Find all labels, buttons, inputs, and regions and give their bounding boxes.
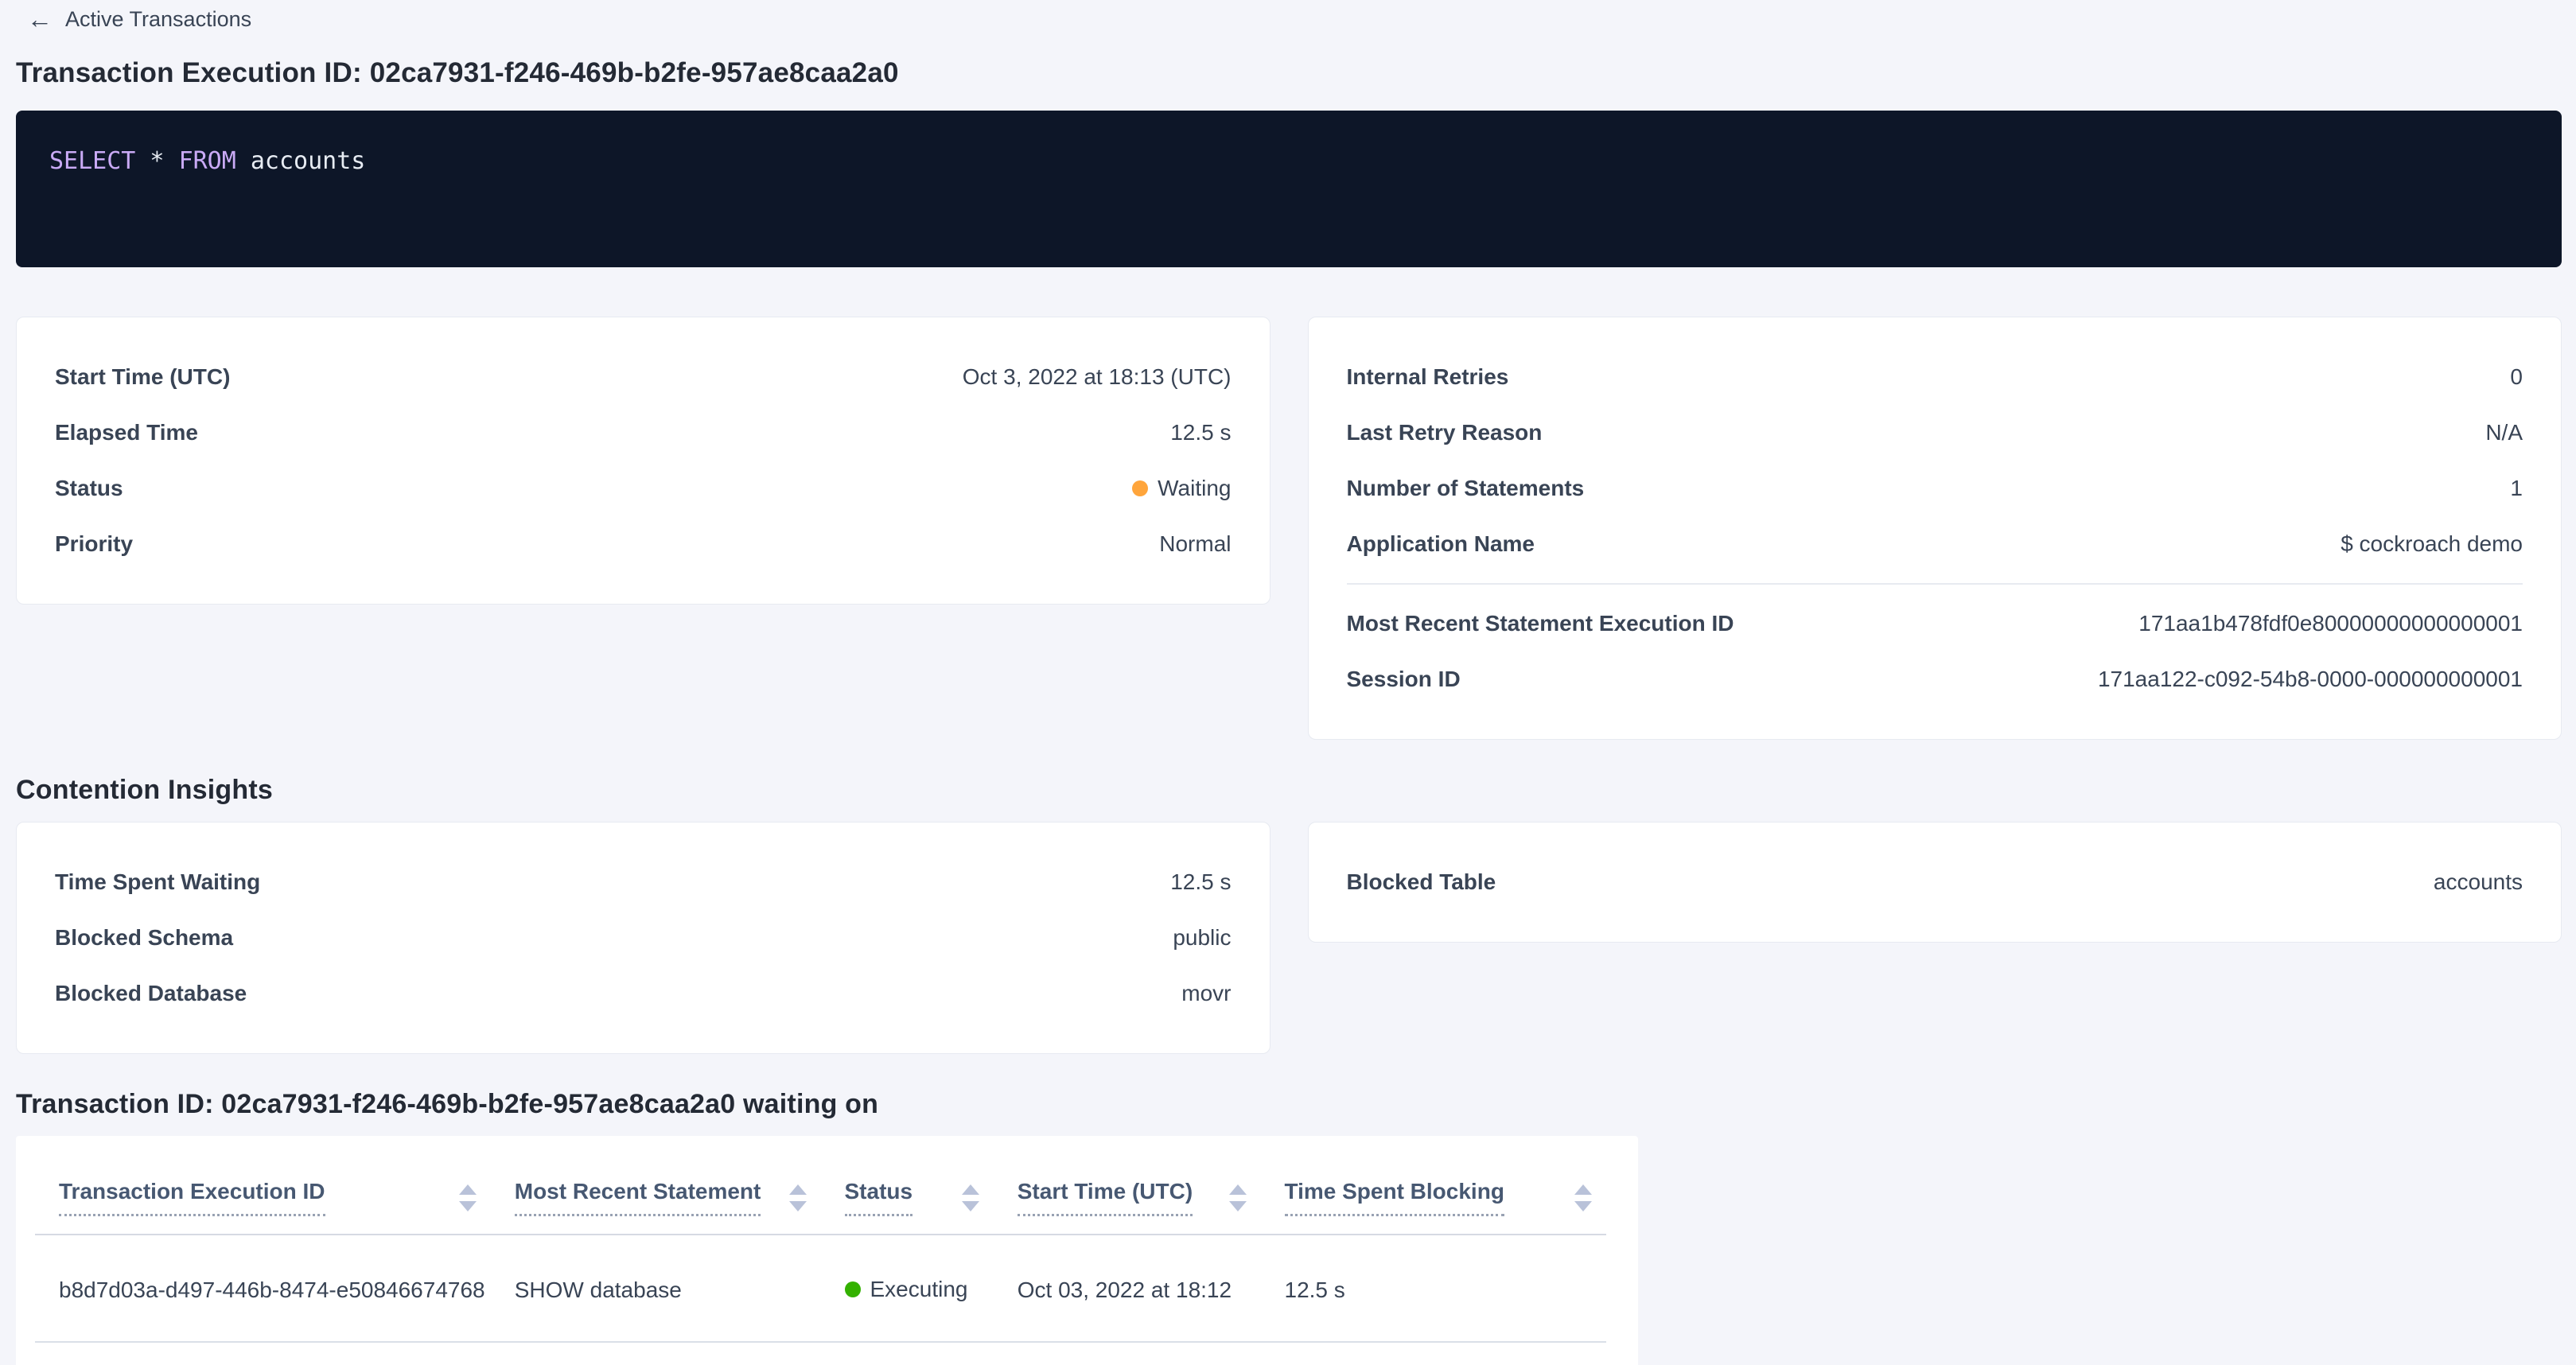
blocked-schema-row: Blocked Schema public (55, 910, 1232, 966)
status-label: Status (55, 476, 123, 501)
status-row: Status Waiting (55, 461, 1232, 516)
sort-icon-time-spent-blocking[interactable] (1574, 1184, 1592, 1211)
waiting-transactions-table-card: Transaction Execution ID Most Recent Sta… (16, 1136, 1638, 1365)
cell-most-recent-statement: SHOW database (491, 1235, 821, 1342)
sort-icon-status[interactable] (962, 1184, 979, 1211)
column-header-most-recent-statement[interactable]: Most Recent Statement (491, 1152, 821, 1235)
back-to-active-transactions-link[interactable]: ← Active Transactions (27, 6, 251, 32)
sql-from-keyword: FROM (179, 147, 236, 175)
contention-waiting-card: Time Spent Waiting 12.5 s Blocked Schema… (16, 822, 1270, 1054)
contention-cards-row: Time Spent Waiting 12.5 s Blocked Schema… (16, 822, 2562, 1054)
column-label-transaction-execution-id[interactable]: Transaction Execution ID (59, 1179, 325, 1216)
application-name-label: Application Name (1347, 531, 1535, 557)
blocked-table-value: accounts (2434, 869, 2523, 895)
contention-insights-title: Contention Insights (16, 775, 2562, 806)
session-id-row: Session ID 171aa122-c092-54b8-0000-00000… (1347, 651, 2523, 707)
waiting-transactions-table: Transaction Execution ID Most Recent Sta… (35, 1152, 1606, 1343)
table-row: b8d7d03a-d497-446b-8474-e50846674768 SHO… (35, 1235, 1606, 1342)
column-header-start-time[interactable]: Start Time (UTC) (994, 1152, 1261, 1235)
sql-table-name: accounts (236, 147, 366, 175)
transaction-metadata-card: Internal Retries 0 Last Retry Reason N/A… (1308, 317, 2562, 740)
internal-retries-row: Internal Retries 0 (1347, 349, 2523, 405)
sql-statement-box: SELECT * FROM accounts (16, 111, 2562, 267)
application-name-row: Application Name $ cockroach demo (1347, 516, 2523, 572)
start-time-label: Start Time (UTC) (55, 364, 230, 390)
blocked-database-row: Blocked Database movr (55, 966, 1232, 1021)
last-retry-reason-label: Last Retry Reason (1347, 420, 1543, 445)
time-spent-waiting-label: Time Spent Waiting (55, 869, 260, 895)
priority-row: Priority Normal (55, 516, 1232, 572)
number-of-statements-row: Number of Statements 1 (1347, 461, 2523, 516)
cell-status-text: Executing (870, 1277, 968, 1302)
blocked-database-value: movr (1181, 981, 1231, 1006)
cell-start-time: Oct 03, 2022 at 18:12 (994, 1235, 1261, 1342)
number-of-statements-value: 1 (2510, 476, 2523, 501)
priority-value: Normal (1159, 531, 1231, 557)
waiting-on-title: Transaction ID: 02ca7931-f246-469b-b2fe-… (16, 1089, 2562, 1120)
cell-time-spent-blocking: 12.5 s (1261, 1235, 1607, 1342)
card-divider (1347, 583, 2523, 585)
session-id-label: Session ID (1347, 667, 1461, 692)
sort-icon-most-recent-statement[interactable] (789, 1184, 807, 1211)
elapsed-time-value: 12.5 s (1170, 420, 1231, 445)
application-name-value: $ cockroach demo (2341, 531, 2523, 557)
time-spent-waiting-row: Time Spent Waiting 12.5 s (55, 854, 1232, 910)
blocked-schema-value: public (1173, 925, 1231, 951)
column-header-transaction-execution-id[interactable]: Transaction Execution ID (35, 1152, 491, 1235)
column-header-status[interactable]: Status (821, 1152, 994, 1235)
status-waiting-dot-icon (1132, 480, 1148, 496)
last-retry-reason-row: Last Retry Reason N/A (1347, 405, 2523, 461)
last-retry-reason-value: N/A (2485, 420, 2523, 445)
elapsed-time-label: Elapsed Time (55, 420, 198, 445)
contention-blocked-table-card: Blocked Table accounts (1308, 822, 2562, 943)
internal-retries-label: Internal Retries (1347, 364, 1509, 390)
sort-icon-start-time[interactable] (1229, 1184, 1247, 1211)
page-title: Transaction Execution ID: 02ca7931-f246-… (16, 57, 2562, 89)
most-recent-statement-execution-id-row: Most Recent Statement Execution ID 171aa… (1347, 596, 2523, 651)
transaction-details-page: ← Active Transactions Transaction Execut… (0, 0, 2576, 1365)
sql-statement-text: SELECT * FROM accounts (49, 147, 365, 175)
column-label-start-time[interactable]: Start Time (UTC) (1018, 1179, 1193, 1216)
cell-status: Executing (821, 1235, 994, 1342)
blocked-table-row: Blocked Table accounts (1347, 854, 2523, 910)
elapsed-time-row: Elapsed Time 12.5 s (55, 405, 1232, 461)
priority-label: Priority (55, 531, 133, 557)
table-header-row: Transaction Execution ID Most Recent Sta… (35, 1152, 1606, 1235)
overview-cards-row: Start Time (UTC) Oct 3, 2022 at 18:13 (U… (16, 317, 2562, 740)
start-time-value: Oct 3, 2022 at 18:13 (UTC) (963, 364, 1232, 390)
most-recent-statement-execution-id-link[interactable]: 171aa1b478fdf0e80000000000000001 (2138, 611, 2523, 636)
transaction-overview-card: Start Time (UTC) Oct 3, 2022 at 18:13 (U… (16, 317, 1270, 605)
blocked-table-label: Blocked Table (1347, 869, 1496, 895)
status-executing-dot-icon (845, 1281, 861, 1297)
sql-select-keyword: SELECT (49, 147, 135, 175)
column-label-status[interactable]: Status (845, 1179, 913, 1216)
status-value: Waiting (1158, 476, 1231, 501)
column-header-time-spent-blocking[interactable]: Time Spent Blocking (1261, 1152, 1607, 1235)
column-label-time-spent-blocking[interactable]: Time Spent Blocking (1285, 1179, 1504, 1216)
sql-star: * (135, 147, 178, 175)
back-link-label: Active Transactions (65, 7, 251, 32)
back-arrow-icon: ← (27, 6, 53, 32)
sort-icon-transaction-execution-id[interactable] (459, 1184, 477, 1211)
session-id-link[interactable]: 171aa122-c092-54b8-0000-000000000001 (2098, 667, 2523, 692)
internal-retries-value: 0 (2510, 364, 2523, 390)
most-recent-statement-execution-id-label: Most Recent Statement Execution ID (1347, 611, 1734, 636)
time-spent-waiting-value: 12.5 s (1170, 869, 1231, 895)
blocked-database-label: Blocked Database (55, 981, 247, 1006)
blocked-schema-label: Blocked Schema (55, 925, 233, 951)
cell-transaction-execution-id: b8d7d03a-d497-446b-8474-e50846674768 (35, 1235, 491, 1342)
start-time-row: Start Time (UTC) Oct 3, 2022 at 18:13 (U… (55, 349, 1232, 405)
column-label-most-recent-statement[interactable]: Most Recent Statement (515, 1179, 761, 1216)
number-of-statements-label: Number of Statements (1347, 476, 1585, 501)
